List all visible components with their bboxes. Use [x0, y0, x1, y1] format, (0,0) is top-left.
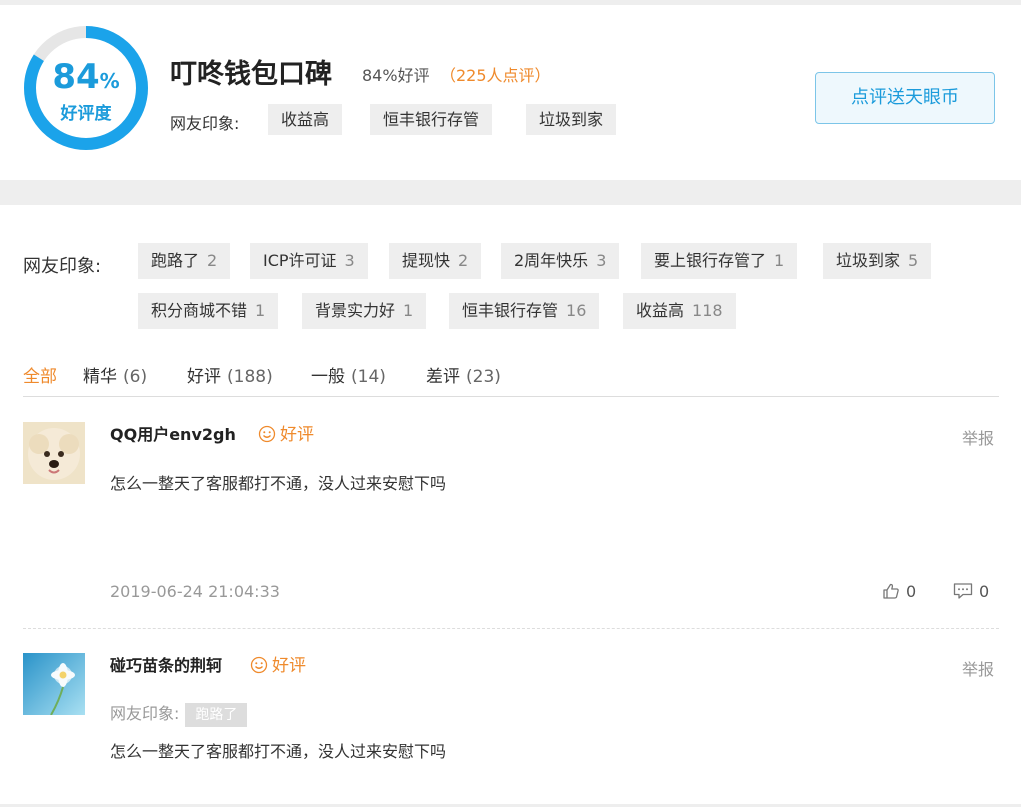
avatar[interactable]	[23, 653, 85, 715]
filter-tab-neutral[interactable]: 一般 (14)	[311, 362, 386, 387]
header-impression-tag[interactable]: 恒丰银行存管	[370, 104, 493, 135]
sentiment-badge: 好评	[250, 651, 306, 676]
review-reward-button[interactable]: 点评送天眼币	[815, 72, 995, 124]
smile-icon	[258, 425, 276, 443]
avatar[interactable]	[23, 422, 85, 484]
comment-icon	[953, 583, 973, 599]
page-title: 叮咚钱包口碑	[170, 59, 332, 90]
filter-tab-positive[interactable]: 好评 (188)	[187, 362, 273, 387]
filter-tab-featured[interactable]: 精华 (6)	[83, 362, 147, 387]
report-link[interactable]: 举报	[962, 656, 994, 680]
review-separator	[23, 628, 999, 629]
impression-label: 网友印象:	[23, 256, 102, 277]
smile-icon	[250, 656, 268, 674]
header-impression-tag[interactable]: 收益高	[268, 104, 343, 135]
review-username[interactable]: 碰巧苗条的荆轲	[110, 652, 222, 676]
impression-tag[interactable]: 跑路了 2	[138, 243, 231, 279]
impression-tag[interactable]: 要上银行存管了 1	[641, 243, 798, 279]
sentiment-badge: 好评	[258, 420, 314, 445]
impression-tag[interactable]: ICP许可证 3	[250, 243, 368, 279]
header-impression-label: 网友印象:	[170, 114, 240, 133]
thumbs-up-icon	[883, 583, 899, 599]
filter-divider	[23, 396, 999, 397]
section-divider-band	[0, 180, 1021, 205]
review-impression-label: 网友印象:	[110, 704, 180, 723]
impression-tag[interactable]: 背景实力好 1	[302, 293, 427, 329]
impression-tag[interactable]: 2周年快乐 3	[501, 243, 620, 279]
review-timestamp: 2019-06-24 21:04:33	[110, 582, 280, 601]
positive-rate: 84%好评	[362, 66, 430, 85]
review-content: 怎么一整天了客服都打不通，没人过来安慰下吗	[110, 474, 447, 493]
review-impression-tag: 跑路了	[185, 703, 248, 727]
filter-tab-negative[interactable]: 差评 (23)	[426, 362, 501, 387]
filter-tab-all[interactable]: 全部	[23, 362, 57, 387]
review-count: （225人点评）	[440, 66, 551, 85]
like-button[interactable]: 0	[882, 582, 916, 601]
comment-button[interactable]: 0	[953, 582, 989, 601]
score-label: 好评度	[60, 104, 112, 124]
impression-tag[interactable]: 积分商城不错 1	[138, 293, 279, 329]
like-count: 0	[906, 582, 917, 601]
impression-tag[interactable]: 收益高 118	[623, 293, 736, 329]
report-link[interactable]: 举报	[962, 425, 994, 449]
review-content: 怎么一整天了客服都打不通，没人过来安慰下吗	[110, 742, 447, 761]
impression-tag[interactable]: 垃圾到家 5	[823, 243, 932, 279]
comment-count: 0	[979, 582, 990, 601]
score-value: 84%	[52, 57, 120, 97]
impression-tag[interactable]: 恒丰银行存管 16	[449, 293, 600, 329]
impression-tag[interactable]: 提现快 2	[389, 243, 482, 279]
score-text: 84% 好评度	[23, 25, 149, 151]
review-username[interactable]: QQ用户env2gh	[110, 421, 236, 445]
header-impression-tag[interactable]: 垃圾到家	[526, 104, 617, 135]
review-impression: 网友印象: 跑路了	[110, 700, 248, 727]
